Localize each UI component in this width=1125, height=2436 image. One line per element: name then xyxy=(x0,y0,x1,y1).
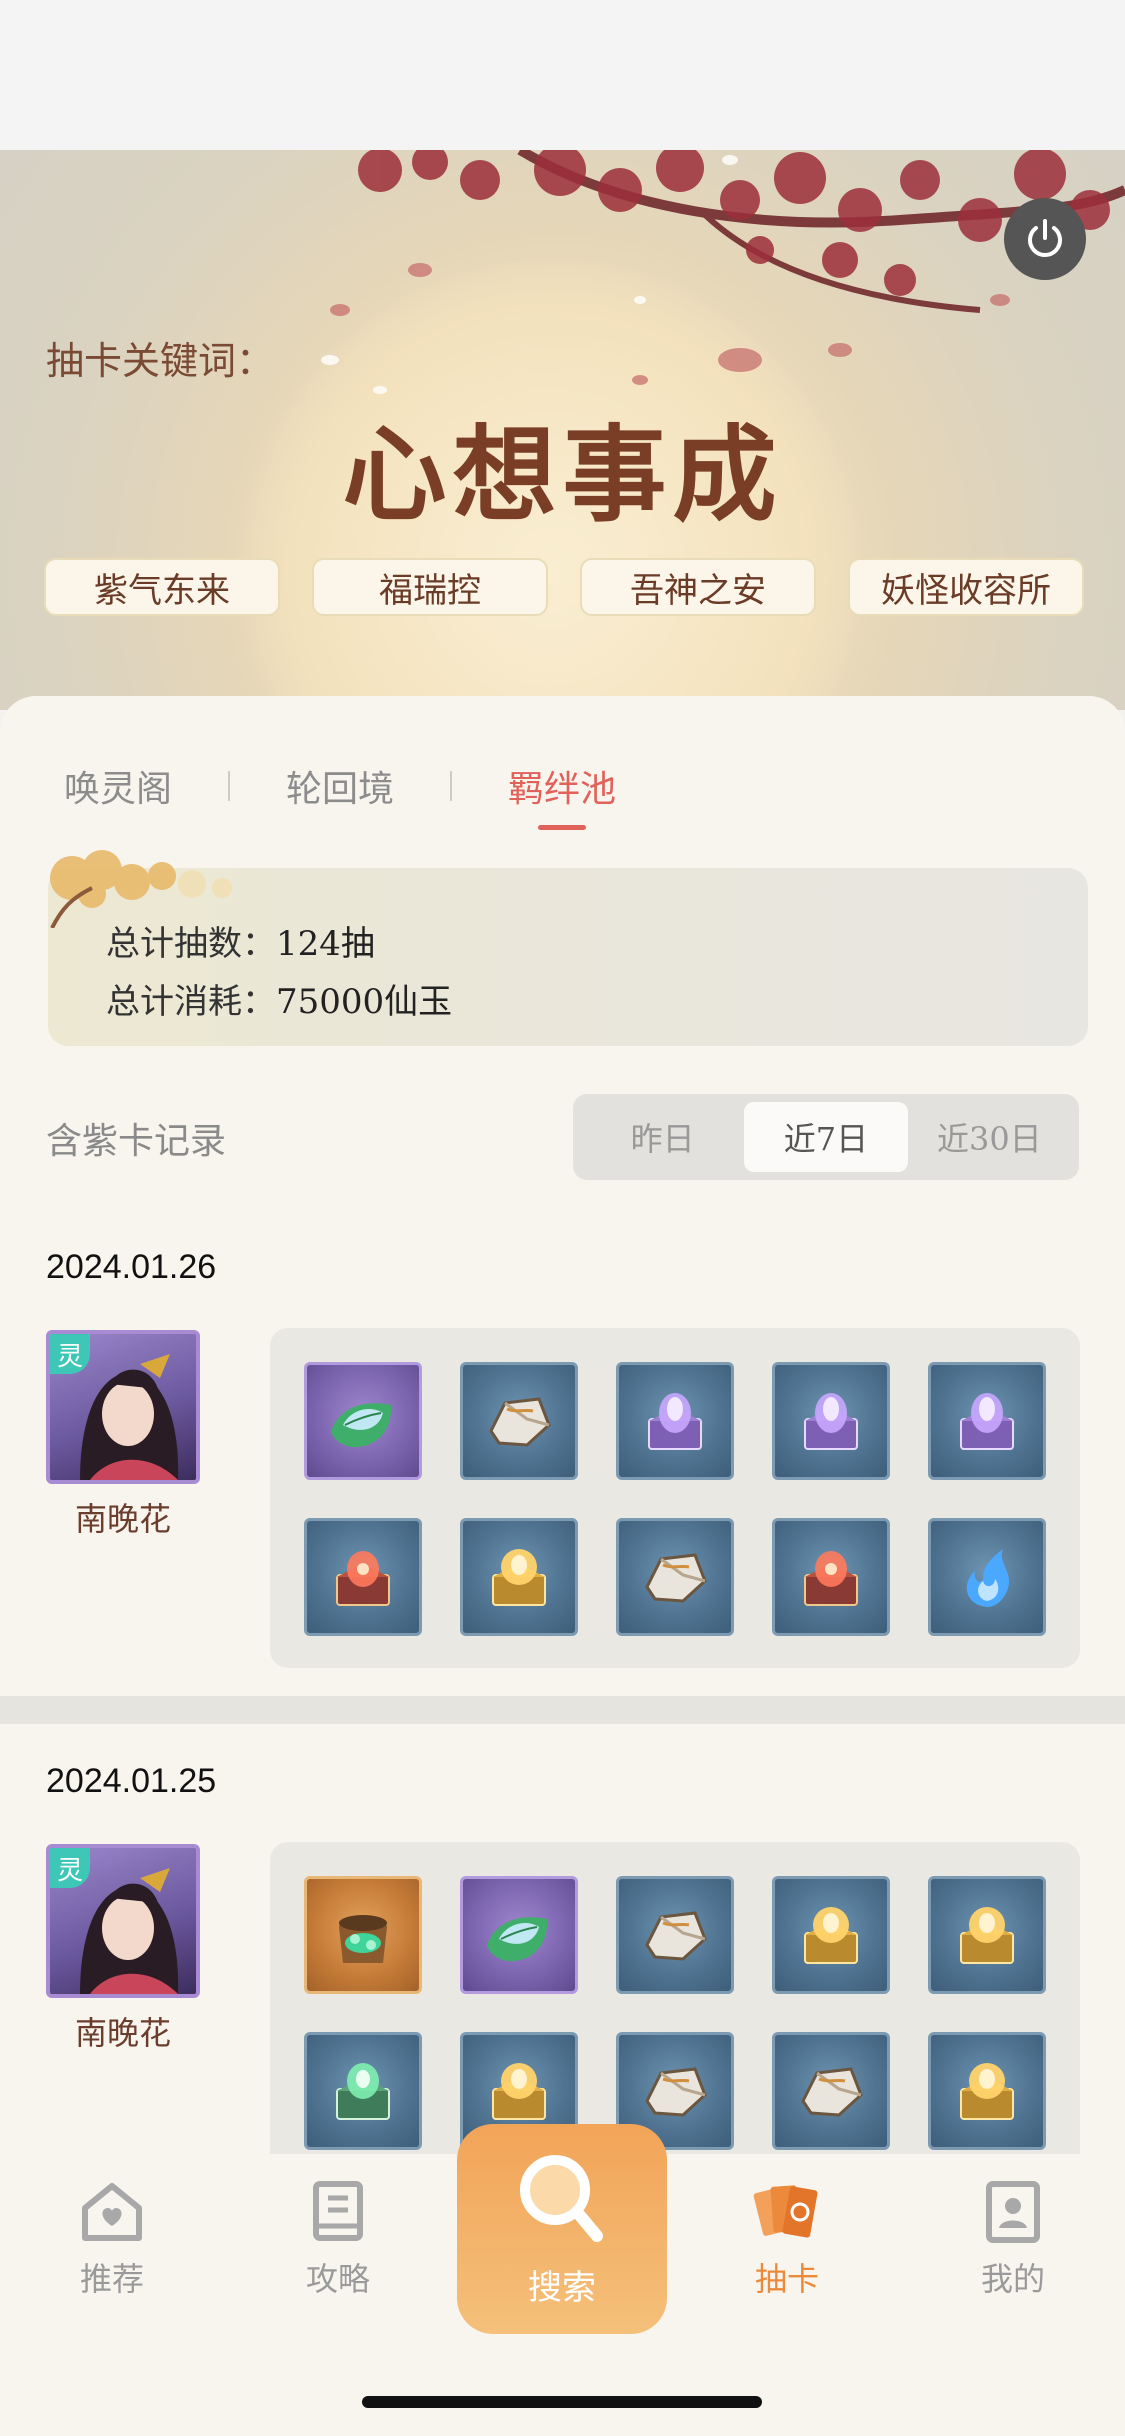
keyword-tag[interactable]: 妖怪收容所 xyxy=(848,558,1084,616)
power-button[interactable] xyxy=(1004,198,1086,280)
home-indicator xyxy=(362,2396,762,2408)
stone-icon xyxy=(789,2049,873,2133)
total-cost-row: 总计消耗：75000仙玉 xyxy=(106,974,452,1023)
gold-chest-icon xyxy=(477,2049,561,2133)
keyword-tags: 紫气东来 福瑞控 吾神之安 妖怪收容所 xyxy=(44,558,1084,616)
home-heart-icon xyxy=(82,2183,142,2241)
total-draws-row: 总计抽数：124抽 xyxy=(106,916,375,965)
keyword-tag[interactable]: 福瑞控 xyxy=(312,558,548,616)
nav-label: 抽卡 xyxy=(754,2260,819,2298)
range-30-days[interactable]: 近30日 xyxy=(908,1102,1071,1172)
leaf-gem-icon xyxy=(477,1893,561,1977)
stone-icon xyxy=(477,1379,561,1463)
reward-item[interactable] xyxy=(772,1518,890,1636)
records-title: 含紫卡记录 xyxy=(46,1121,227,1162)
nav-draw[interactable]: 抽卡 xyxy=(727,2180,847,2300)
purple-chest-icon xyxy=(945,1379,1029,1463)
items-panel xyxy=(270,1842,1080,2154)
book-icon xyxy=(313,2181,363,2241)
total-cost-value: 75000仙玉 xyxy=(276,982,453,1022)
reward-item[interactable] xyxy=(772,1362,890,1480)
reward-item[interactable] xyxy=(460,1362,578,1480)
reward-item[interactable] xyxy=(304,1876,422,1994)
stone-icon xyxy=(633,2049,717,2133)
status-bar xyxy=(0,0,1125,150)
nav-recommend[interactable]: 推荐 xyxy=(52,2180,172,2300)
character-avatar[interactable]: 灵 xyxy=(46,1330,200,1484)
range-selector: 昨日 近7日 近30日 xyxy=(573,1094,1079,1180)
reward-item[interactable] xyxy=(616,1876,734,1994)
tab-divider xyxy=(228,771,231,801)
tab-lunhui[interactable]: 轮回境 xyxy=(286,760,394,812)
purple-chest-icon xyxy=(789,1379,873,1463)
leaf-gem-icon xyxy=(321,1379,405,1463)
keyword-tag[interactable]: 紫气东来 xyxy=(44,558,280,616)
pool-tabs: 唤灵阁 轮回境 羁绊池 xyxy=(64,760,616,830)
tab-jiban[interactable]: 羁绊池 xyxy=(508,760,616,830)
section-divider xyxy=(0,1696,1125,1724)
profile-icon xyxy=(986,2181,1040,2243)
green-chest-icon xyxy=(321,2049,405,2133)
record-date: 2024.01.26 xyxy=(46,1248,217,1286)
nav-label: 我的 xyxy=(980,2260,1045,2298)
total-draws-value: 124抽 xyxy=(276,924,375,964)
items-grid xyxy=(304,1876,1046,2150)
keyword-title: 心想事成 xyxy=(342,413,783,536)
gold-chest-icon xyxy=(789,1893,873,1977)
gold-chest-icon xyxy=(477,1535,561,1619)
reward-item[interactable] xyxy=(460,1518,578,1636)
character-avatar[interactable]: 灵 xyxy=(46,1844,200,1998)
spirit-badge: 灵 xyxy=(50,1848,90,1888)
reward-item[interactable] xyxy=(772,1876,890,1994)
nav-label: 推荐 xyxy=(79,2260,144,2298)
reward-item[interactable] xyxy=(304,2032,422,2150)
character-name: 南晚花 xyxy=(74,2014,171,2052)
reward-item[interactable] xyxy=(928,1362,1046,1480)
total-cost-label: 总计消耗： xyxy=(106,982,276,1022)
search-icon xyxy=(520,2155,603,2242)
treasure-bag-icon xyxy=(321,1893,405,1977)
spirit-badge: 灵 xyxy=(50,1334,90,1374)
range-yesterday[interactable]: 昨日 xyxy=(581,1102,744,1172)
reward-item[interactable] xyxy=(460,1876,578,1994)
reward-item[interactable] xyxy=(616,1362,734,1480)
blue-flame-icon xyxy=(945,1535,1029,1619)
gold-chest-icon xyxy=(945,1893,1029,1977)
red-chest-icon xyxy=(321,1535,405,1619)
total-draws-label: 总计抽数： xyxy=(106,924,276,964)
cards-icon xyxy=(753,2185,818,2238)
items-panel xyxy=(270,1328,1080,1668)
reward-item[interactable] xyxy=(304,1362,422,1480)
power-icon xyxy=(1028,219,1062,257)
tab-divider xyxy=(450,771,453,801)
purple-chest-icon xyxy=(633,1379,717,1463)
nav-search[interactable]: 搜索 xyxy=(457,2124,667,2334)
keyword-tag[interactable]: 吾神之安 xyxy=(580,558,816,616)
nav-profile[interactable]: 我的 xyxy=(953,2180,1073,2300)
gold-chest-icon xyxy=(945,2049,1029,2133)
items-grid xyxy=(304,1362,1046,1636)
reward-item[interactable] xyxy=(928,1876,1046,1994)
nav-label: 搜索 xyxy=(528,2268,596,2308)
summary-card: 总计抽数：124抽 总计消耗：75000仙玉 xyxy=(48,850,1088,1046)
reward-item[interactable] xyxy=(616,1518,734,1636)
character-name: 南晚花 xyxy=(74,1500,171,1538)
red-chest-icon xyxy=(789,1535,873,1619)
record-date: 2024.01.25 xyxy=(46,1762,217,1800)
keyword-label: 抽卡关键词： xyxy=(46,339,275,383)
reward-item[interactable] xyxy=(928,2032,1046,2150)
keyword-banner: 抽卡关键词： 心想事成 紫气东来 福瑞控 吾神之安 妖怪收容所 xyxy=(0,150,1125,710)
range-7-days[interactable]: 近7日 xyxy=(744,1102,908,1172)
reward-item[interactable] xyxy=(772,2032,890,2150)
stone-icon xyxy=(633,1535,717,1619)
nav-label: 攻略 xyxy=(305,2260,370,2298)
stone-icon xyxy=(633,1893,717,1977)
reward-item[interactable] xyxy=(304,1518,422,1636)
tab-huanling[interactable]: 唤灵阁 xyxy=(64,760,172,812)
nav-guide[interactable]: 攻略 xyxy=(278,2180,398,2300)
reward-item[interactable] xyxy=(928,1518,1046,1636)
